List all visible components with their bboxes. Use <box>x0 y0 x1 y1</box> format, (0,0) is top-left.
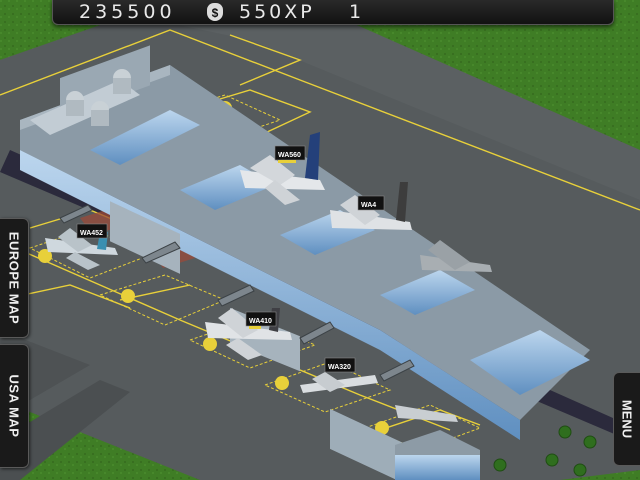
flight-label-wa4[interactable]: WA4 <box>357 195 385 211</box>
callsign-text: WA452 <box>80 230 103 237</box>
europe-map-label: EUROPE MAP <box>6 231 22 325</box>
xp-counter: 550XP <box>239 1 315 23</box>
flight-label-wa320[interactable]: WA320 <box>324 357 356 373</box>
top-hud-bar: 235500 $ 550XP 1 <box>52 0 614 25</box>
callsign-text: WA560 <box>278 152 301 159</box>
level-counter: 1 <box>349 1 362 23</box>
europe-map-tab[interactable]: EUROPE MAP <box>0 218 29 338</box>
airport-scene[interactable]: WA560 WA4 WA452 WA410 WA320 <box>0 0 640 480</box>
menu-tab[interactable]: MENU <box>613 372 640 466</box>
menu-label: MENU <box>619 399 635 439</box>
usa-map-label: USA MAP <box>6 374 22 438</box>
callsign-text: WA410 <box>249 318 272 325</box>
usa-map-tab[interactable]: USA MAP <box>0 344 29 468</box>
money-counter: 235500 <box>79 1 176 23</box>
money-bag-icon: $ <box>207 3 223 21</box>
callsign-text: WA320 <box>328 364 351 371</box>
callsign-text: WA4 <box>361 202 376 209</box>
flight-label-wa452[interactable]: WA452 <box>76 223 108 239</box>
